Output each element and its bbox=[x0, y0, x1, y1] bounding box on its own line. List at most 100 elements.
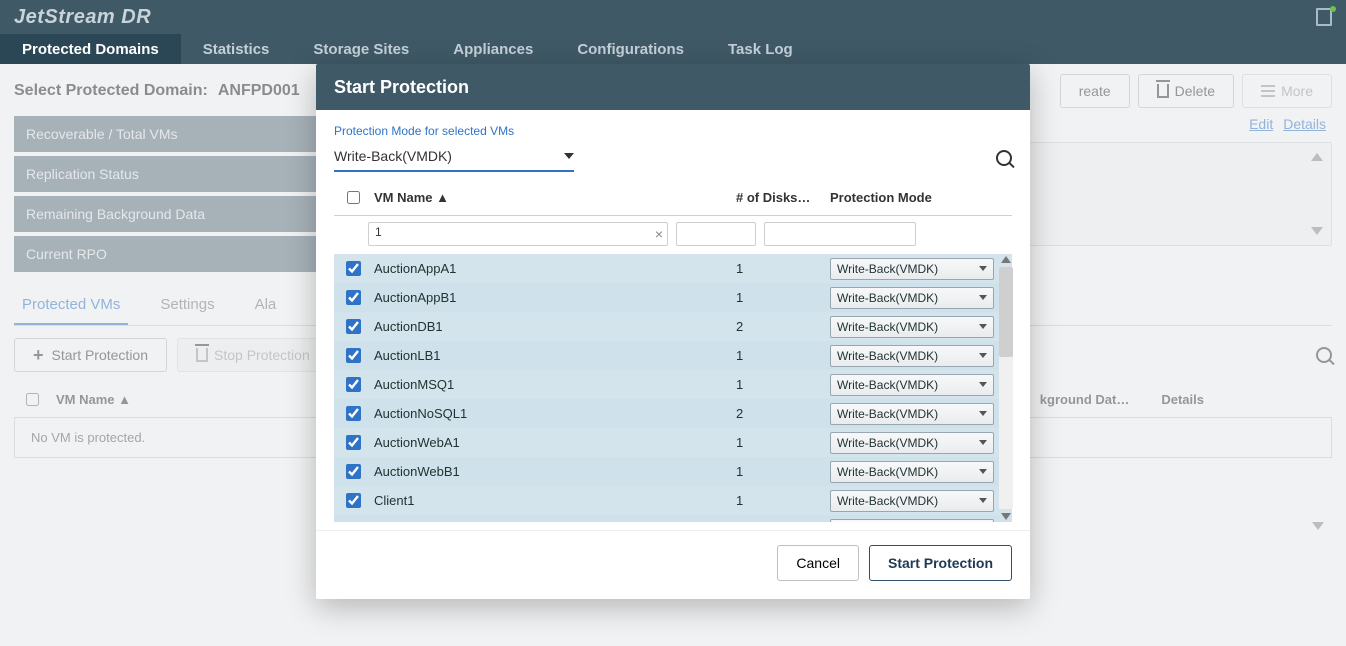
delete-button[interactable]: Delete bbox=[1138, 74, 1234, 108]
row-mode-select[interactable]: Write-Back(VMDK) bbox=[830, 316, 994, 338]
row-disks: 1 bbox=[736, 290, 822, 305]
background-data-header: kground Dat… bbox=[1040, 392, 1130, 407]
table-row[interactable]: Client11Write-Back(VMDK) bbox=[334, 486, 1012, 515]
row-name: AuctionWebA1 bbox=[374, 435, 728, 450]
row-mode-select[interactable]: Write-Back(VMDK) bbox=[830, 461, 994, 483]
row-name: AuctionDB1 bbox=[374, 319, 728, 334]
row-checkbox[interactable] bbox=[346, 406, 361, 421]
chevron-down-icon bbox=[979, 266, 987, 271]
row-checkbox[interactable] bbox=[346, 319, 361, 334]
stop-protection-button[interactable]: Stop Protection bbox=[177, 338, 329, 372]
row-checkbox[interactable] bbox=[346, 261, 361, 276]
row-checkbox[interactable] bbox=[346, 435, 361, 450]
chevron-down-icon bbox=[979, 295, 987, 300]
table-row[interactable]: AuctionDB1 2 Write-Back(VMDK) bbox=[334, 312, 1012, 341]
nav-item-storage-sites[interactable]: Storage Sites bbox=[291, 34, 431, 64]
mode-col-header[interactable]: Protection Mode bbox=[830, 190, 1006, 205]
row-disks: 2 bbox=[736, 319, 822, 334]
table-row[interactable]: AuctionWebB1 1 Write-Back(VMDK) bbox=[334, 457, 1012, 486]
row-name: AuctionAppB1 bbox=[374, 290, 728, 305]
chevron-down-icon bbox=[979, 353, 987, 358]
scroll-down-icon[interactable] bbox=[1001, 513, 1011, 520]
row-mode-select[interactable]: Write-Back(VMDK) bbox=[830, 374, 994, 396]
main-nav: Protected DomainsStatisticsStorage Sites… bbox=[0, 34, 1346, 64]
row-mode-select[interactable]: Write-Back(VMDK) bbox=[830, 519, 994, 523]
search-icon[interactable] bbox=[996, 150, 1012, 166]
more-button[interactable]: More bbox=[1242, 74, 1332, 108]
scroll-up-icon[interactable] bbox=[1311, 149, 1323, 161]
table-row[interactable]: AuctionLB11Write-Back(VMDK) bbox=[334, 341, 1012, 370]
stop-protection-label: Stop Protection bbox=[214, 347, 310, 363]
tab-settings[interactable]: Settings bbox=[152, 286, 222, 325]
row-disks: 1 bbox=[736, 464, 822, 479]
dialog-title: Start Protection bbox=[316, 64, 1030, 110]
edit-link[interactable]: Edit bbox=[1249, 116, 1273, 132]
row-mode-select[interactable]: Write-Back(VMDK) bbox=[830, 287, 994, 309]
tab-protected-vms[interactable]: Protected VMs bbox=[14, 286, 128, 325]
scroll-up-icon[interactable] bbox=[1001, 256, 1011, 263]
row-checkbox[interactable] bbox=[346, 377, 361, 392]
nav-item-protected-domains[interactable]: Protected Domains bbox=[0, 34, 181, 64]
row-mode-value: Write-Back(VMDK) bbox=[837, 349, 938, 363]
delete-button-label: Delete bbox=[1175, 83, 1215, 99]
row-checkbox[interactable] bbox=[346, 348, 361, 363]
row-checkbox[interactable] bbox=[346, 464, 361, 479]
nav-item-statistics[interactable]: Statistics bbox=[181, 34, 292, 64]
create-button[interactable]: reate bbox=[1060, 74, 1130, 108]
table-row[interactable]: AuctionAppA11Write-Back(VMDK) bbox=[334, 254, 1012, 283]
vm-name-filter[interactable]: 1 × bbox=[368, 222, 668, 246]
row-name: Client1 bbox=[374, 493, 728, 508]
vertical-scrollbar[interactable] bbox=[996, 254, 1016, 522]
brand-title: JetStream DR bbox=[14, 6, 151, 29]
table-row[interactable]: AuctionAppB1 1 Write-Back(VMDK) bbox=[334, 283, 1012, 312]
domain-selector-value[interactable]: ANFPD001 bbox=[218, 82, 300, 100]
table-row[interactable]: AuctionWebA11Write-Back(VMDK) bbox=[334, 428, 1012, 457]
table-row[interactable]: DS3DB13Write-Back(VMDK) bbox=[334, 515, 1012, 522]
details-header: Details bbox=[1161, 392, 1204, 407]
start-protection-button[interactable]: Start Protection bbox=[14, 338, 167, 372]
vm-name-col-header[interactable]: VM Name ▲ bbox=[374, 190, 728, 205]
scroll-track[interactable] bbox=[999, 267, 1013, 509]
select-all-checkbox[interactable] bbox=[26, 393, 39, 406]
confirm-start-protection-button[interactable]: Start Protection bbox=[869, 545, 1012, 581]
row-disks: 2 bbox=[736, 406, 822, 421]
nav-item-configurations[interactable]: Configurations bbox=[555, 34, 706, 64]
cancel-button[interactable]: Cancel bbox=[777, 545, 859, 581]
nav-item-appliances[interactable]: Appliances bbox=[431, 34, 555, 64]
hamburger-icon bbox=[1261, 85, 1275, 97]
row-mode-value: Write-Back(VMDK) bbox=[837, 378, 938, 392]
disks-filter[interactable] bbox=[676, 222, 756, 246]
clipboard-icon[interactable] bbox=[1316, 8, 1332, 26]
row-mode-select[interactable]: Write-Back(VMDK) bbox=[830, 403, 994, 425]
clear-icon[interactable]: × bbox=[655, 226, 663, 242]
row-name: AuctionWebB1 bbox=[374, 464, 728, 479]
protection-mode-select[interactable]: Write-Back(VMDK) bbox=[334, 144, 574, 172]
row-mode-value: Write-Back(VMDK) bbox=[837, 262, 938, 276]
tab-ala[interactable]: Ala bbox=[247, 286, 285, 325]
mode-filter[interactable] bbox=[764, 222, 916, 246]
row-mode-select[interactable]: Write-Back(VMDK) bbox=[830, 490, 994, 512]
chevron-down-icon bbox=[979, 440, 987, 445]
table-row[interactable]: AuctionMSQ11Write-Back(VMDK) bbox=[334, 370, 1012, 399]
chevron-down-icon bbox=[979, 411, 987, 416]
details-link[interactable]: Details bbox=[1283, 116, 1326, 132]
row-mode-select[interactable]: Write-Back(VMDK) bbox=[830, 258, 994, 280]
trash-icon bbox=[196, 348, 208, 362]
row-mode-value: Write-Back(VMDK) bbox=[837, 291, 938, 305]
grid-filters: 1 × bbox=[334, 216, 1012, 254]
scroll-down-icon[interactable] bbox=[1312, 522, 1324, 530]
disks-col-header[interactable]: # of Disks… bbox=[736, 190, 822, 205]
scroll-thumb[interactable] bbox=[999, 267, 1013, 357]
table-row[interactable]: AuctionNoSQL12Write-Back(VMDK) bbox=[334, 399, 1012, 428]
scroll-down-icon[interactable] bbox=[1311, 227, 1323, 239]
select-all-rows-checkbox[interactable] bbox=[347, 191, 360, 204]
nav-item-task-log[interactable]: Task Log bbox=[706, 34, 815, 64]
search-icon[interactable] bbox=[1316, 347, 1332, 363]
row-mode-value: Write-Back(VMDK) bbox=[837, 494, 938, 508]
row-mode-select[interactable]: Write-Back(VMDK) bbox=[830, 345, 994, 367]
row-mode-select[interactable]: Write-Back(VMDK) bbox=[830, 432, 994, 454]
row-checkbox[interactable] bbox=[346, 290, 361, 305]
row-checkbox[interactable] bbox=[346, 493, 361, 508]
vm-name-header[interactable]: VM Name ▲ bbox=[56, 392, 131, 407]
chevron-down-icon bbox=[979, 324, 987, 329]
